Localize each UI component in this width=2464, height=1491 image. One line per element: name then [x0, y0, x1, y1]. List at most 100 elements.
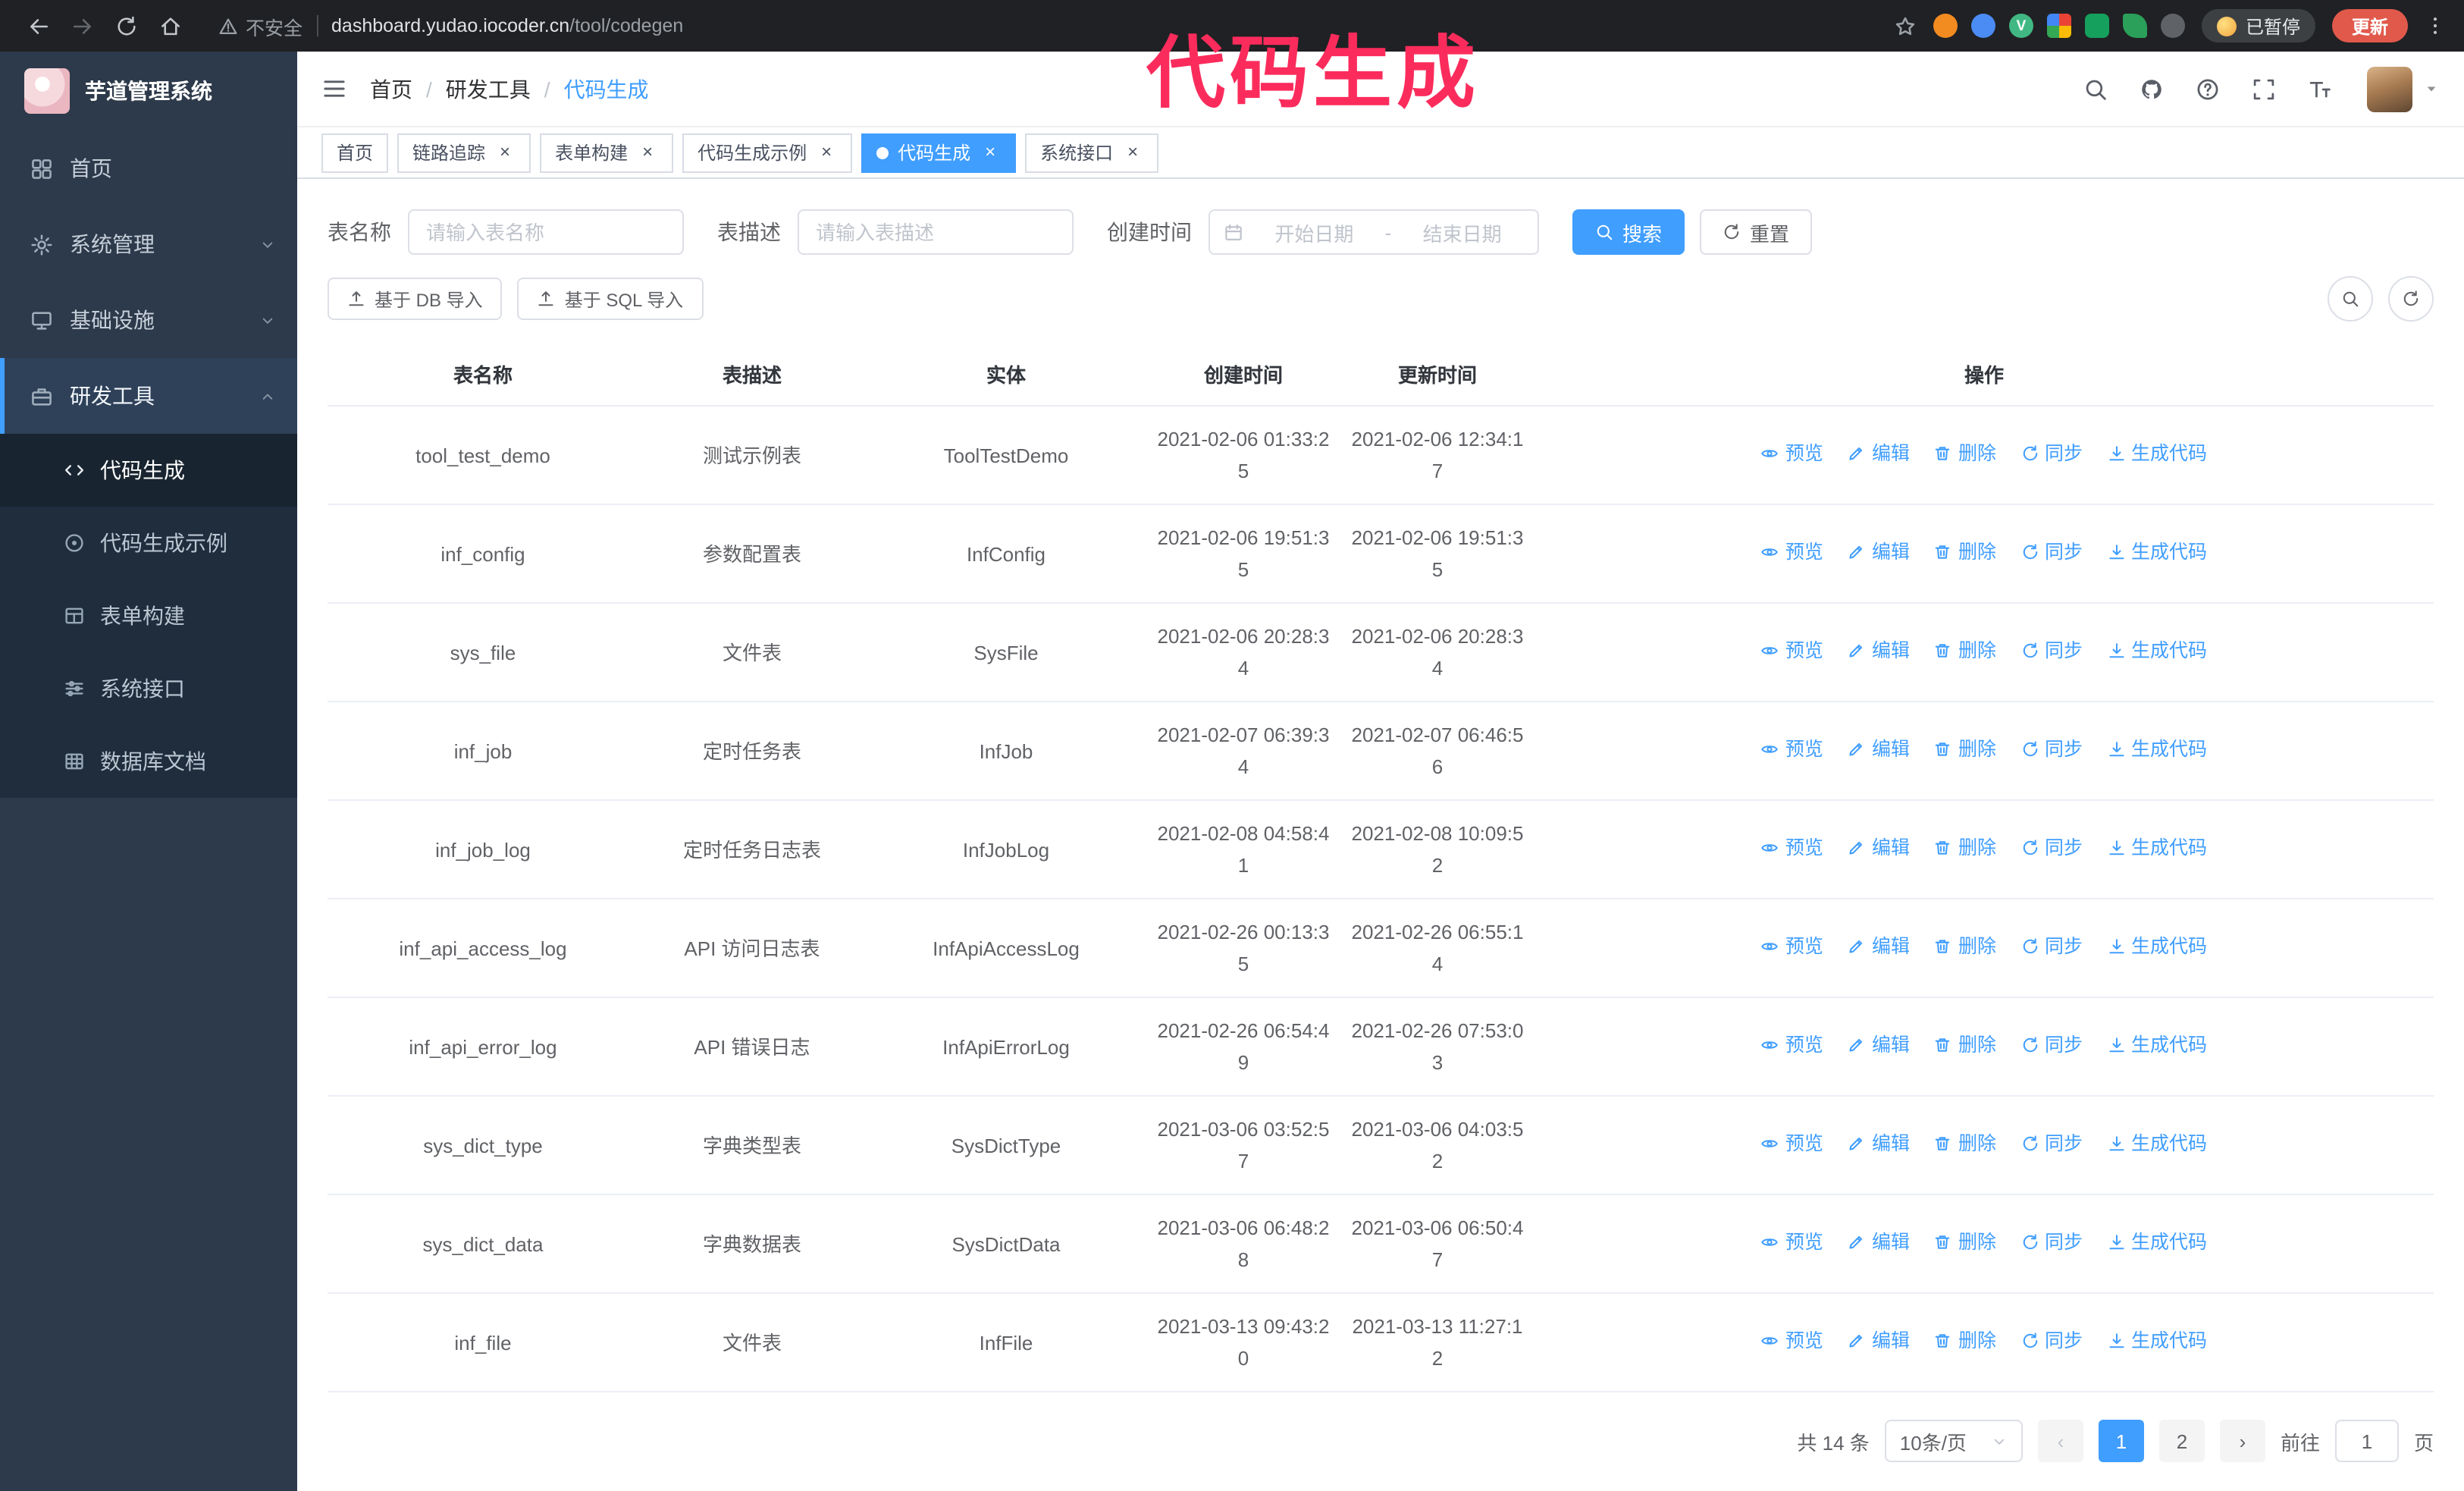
action-preview-link[interactable]: 预览 [1761, 1030, 1823, 1062]
action-edit-link[interactable]: 编辑 [1848, 636, 1910, 667]
sidebar-subitem-codegen-example[interactable]: 代码生成示例 [0, 507, 297, 579]
action-edit-link[interactable]: 编辑 [1848, 438, 1910, 470]
action-delete-link[interactable]: 删除 [1934, 1227, 1996, 1259]
extension-icon-color-grid[interactable] [2046, 14, 2071, 38]
action-edit-link[interactable]: 编辑 [1848, 1030, 1910, 1062]
tab-api-doc[interactable]: 系统接口 × [1025, 133, 1159, 172]
create-time-range-picker[interactable]: 开始日期 - 结束日期 [1208, 209, 1539, 255]
browser-home-button[interactable] [150, 5, 191, 46]
action-delete-link[interactable]: 删除 [1934, 1128, 1996, 1160]
close-icon[interactable]: × [637, 141, 658, 163]
table-desc-input[interactable] [798, 209, 1074, 255]
action-sync-link[interactable]: 同步 [2020, 1227, 2083, 1259]
action-edit-link[interactable]: 编辑 [1848, 931, 1910, 963]
profile-paused-badge[interactable]: 已暂停 [2201, 9, 2315, 42]
bookmark-star-icon[interactable] [1894, 14, 1917, 37]
browser-reload-button[interactable] [106, 5, 147, 46]
action-sync-link[interactable]: 同步 [2020, 1030, 2083, 1062]
action-edit-link[interactable]: 编辑 [1848, 833, 1910, 865]
header-search-icon[interactable] [2083, 77, 2108, 101]
close-icon[interactable]: × [1122, 141, 1143, 163]
address-bar[interactable]: 不安全 dashboard.yudao.iocoder.cn/tool/code… [218, 11, 1891, 40]
tab-home[interactable]: 首页 [321, 133, 389, 172]
action-generate-link[interactable]: 生成代码 [2107, 833, 2207, 865]
search-button[interactable]: 搜索 [1572, 209, 1685, 255]
extension-icon-orange[interactable] [1933, 14, 1958, 38]
action-sync-link[interactable]: 同步 [2020, 438, 2083, 470]
tab-codegen[interactable]: 代码生成 × [861, 133, 1017, 172]
tab-form-builder[interactable]: 表单构建 × [540, 133, 674, 172]
prev-page-button[interactable]: ‹ [2037, 1420, 2083, 1462]
sidebar-item-infra[interactable]: 基础设施 [0, 282, 297, 358]
action-delete-link[interactable]: 删除 [1934, 438, 1996, 470]
page-size-select[interactable]: 10条/页 [1884, 1420, 2023, 1462]
action-delete-link[interactable]: 删除 [1934, 636, 1996, 667]
action-edit-link[interactable]: 编辑 [1848, 1326, 1910, 1358]
table-name-input[interactable] [408, 209, 684, 255]
action-sync-link[interactable]: 同步 [2020, 636, 2083, 667]
action-generate-link[interactable]: 生成代码 [2107, 537, 2207, 569]
action-sync-link[interactable]: 同步 [2020, 1128, 2083, 1160]
action-generate-link[interactable]: 生成代码 [2107, 438, 2207, 470]
action-edit-link[interactable]: 编辑 [1848, 1227, 1910, 1259]
extension-icon-puzzle[interactable] [2160, 14, 2185, 38]
action-preview-link[interactable]: 预览 [1761, 931, 1823, 963]
sidebar-item-devtools[interactable]: 研发工具 [0, 358, 297, 434]
action-delete-link[interactable]: 删除 [1934, 833, 1996, 865]
action-sync-link[interactable]: 同步 [2020, 931, 2083, 963]
action-edit-link[interactable]: 编辑 [1848, 734, 1910, 766]
action-sync-link[interactable]: 同步 [2020, 1326, 2083, 1358]
sidebar-subitem-codegen[interactable]: 代码生成 [0, 434, 297, 507]
refresh-table-button[interactable] [2388, 276, 2434, 322]
action-preview-link[interactable]: 预览 [1761, 438, 1823, 470]
sidebar-item-home[interactable]: 首页 [0, 130, 297, 206]
extension-icon-vue-devtools[interactable]: V [2008, 14, 2033, 38]
sidebar-subitem-form-builder[interactable]: 表单构建 [0, 579, 297, 652]
action-delete-link[interactable]: 删除 [1934, 1030, 1996, 1062]
browser-menu-icon[interactable] [2425, 15, 2446, 36]
action-generate-link[interactable]: 生成代码 [2107, 734, 2207, 766]
page-button-1[interactable]: 1 [2098, 1420, 2144, 1462]
close-icon[interactable]: × [980, 141, 1001, 163]
action-generate-link[interactable]: 生成代码 [2107, 1030, 2207, 1062]
action-edit-link[interactable]: 编辑 [1848, 1128, 1910, 1160]
action-preview-link[interactable]: 预览 [1761, 1128, 1823, 1160]
action-delete-link[interactable]: 删除 [1934, 931, 1996, 963]
page-button-2[interactable]: 2 [2158, 1420, 2205, 1462]
user-menu[interactable] [2367, 66, 2440, 111]
next-page-button[interactable]: › [2219, 1420, 2265, 1462]
action-delete-link[interactable]: 删除 [1934, 1326, 1996, 1358]
sidebar-toggle-icon[interactable] [321, 76, 347, 102]
logo[interactable]: 芋道管理系统 [0, 52, 297, 130]
goto-page-input[interactable] [2334, 1420, 2399, 1462]
action-generate-link[interactable]: 生成代码 [2107, 931, 2207, 963]
action-sync-link[interactable]: 同步 [2020, 833, 2083, 865]
action-preview-link[interactable]: 预览 [1761, 537, 1823, 569]
action-delete-link[interactable]: 删除 [1934, 537, 1996, 569]
sidebar-subitem-api-doc[interactable]: 系统接口 [0, 652, 297, 725]
tab-codegen-example[interactable]: 代码生成示例 × [682, 133, 853, 172]
action-generate-link[interactable]: 生成代码 [2107, 1227, 2207, 1259]
close-icon[interactable]: × [494, 141, 516, 163]
action-preview-link[interactable]: 预览 [1761, 734, 1823, 766]
reset-button[interactable]: 重置 [1700, 209, 1813, 255]
help-icon[interactable] [2196, 77, 2220, 101]
action-preview-link[interactable]: 预览 [1761, 636, 1823, 667]
action-generate-link[interactable]: 生成代码 [2107, 1326, 2207, 1358]
extension-icon-blue[interactable] [1970, 14, 1995, 38]
import-db-button[interactable]: 基于 DB 导入 [328, 278, 503, 320]
action-preview-link[interactable]: 预览 [1761, 833, 1823, 865]
breadcrumb-devtools[interactable]: 研发工具 [446, 74, 531, 104]
action-delete-link[interactable]: 删除 [1934, 734, 1996, 766]
extension-icon-green[interactable] [2084, 14, 2109, 38]
action-generate-link[interactable]: 生成代码 [2107, 636, 2207, 667]
browser-forward-button[interactable] [62, 5, 103, 46]
action-preview-link[interactable]: 预览 [1761, 1227, 1823, 1259]
fullscreen-icon[interactable] [2252, 77, 2276, 101]
action-edit-link[interactable]: 编辑 [1848, 537, 1910, 569]
action-generate-link[interactable]: 生成代码 [2107, 1128, 2207, 1160]
security-warning[interactable]: 不安全 [218, 11, 303, 40]
close-icon[interactable]: × [816, 141, 837, 163]
browser-back-button[interactable] [18, 5, 59, 46]
extension-icon-leaf[interactable] [2122, 14, 2147, 38]
